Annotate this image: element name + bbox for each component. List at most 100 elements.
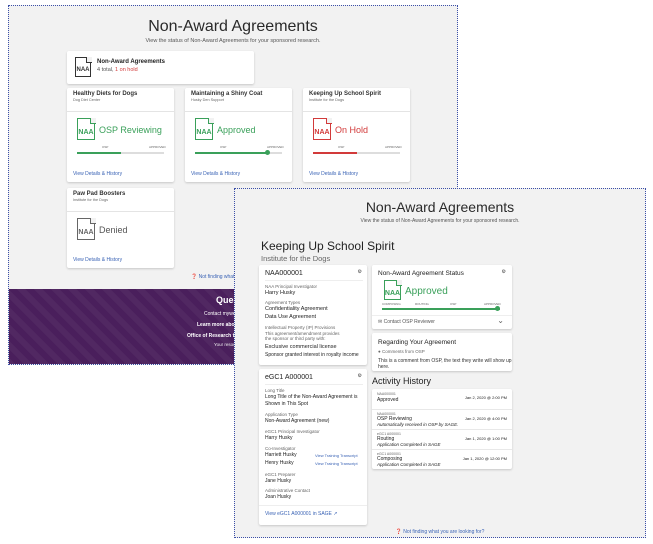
project-name: Healthy Diets for Dogs xyxy=(73,91,138,97)
view-details-link[interactable]: View Details & History xyxy=(309,171,358,177)
status-label: Approved xyxy=(405,286,448,297)
activity-date: Jan 1, 2020 @ 12:00 PM xyxy=(462,456,507,461)
page-subtitle: View the status of Non-Award Agreements … xyxy=(145,38,321,44)
progress-bar xyxy=(382,306,500,311)
chevron-down-icon[interactable]: ⌄ xyxy=(497,316,504,325)
info-icon[interactable]: ⚙ xyxy=(358,373,362,379)
summary-card[interactable]: NAA Non-Award Agreements 4 total, 1 on h… xyxy=(67,51,254,84)
status-label: Denied xyxy=(99,225,128,235)
field-value: Long Title of the Non-Award Agreement is xyxy=(265,394,358,400)
activity-row: eGC1 A000001 Routing Application Complet… xyxy=(372,429,512,449)
activity-date: Jan 2, 2020 @ 2:00 PM xyxy=(464,395,507,400)
activity-row: NAA000001 Approved Jan 2, 2020 @ 2:00 PM xyxy=(372,389,512,409)
activity-history-title: Activity History xyxy=(372,376,432,386)
footer-link[interactable]: Learn more abou xyxy=(197,322,238,328)
footer-link[interactable]: Contact mywe xyxy=(204,311,236,317)
naa-document-icon: NAA xyxy=(313,117,332,140)
view-details-link[interactable]: View Details & History xyxy=(73,257,122,263)
summary-title: Non-Award Agreements xyxy=(97,59,166,65)
contact-osp-reviewer[interactable]: ✉ Contact OSP Reviewer xyxy=(378,319,435,325)
status-label: Approved xyxy=(217,125,256,135)
field-value: Shown in This Spot xyxy=(265,401,308,407)
project-title: Keeping Up School Spirit xyxy=(261,239,395,253)
naa-card[interactable]: Keeping Up School Spirit Institute for t… xyxy=(303,88,410,182)
activity-detail: Application Completed in SAGE xyxy=(377,442,441,447)
sponsor-name: Dog Diet Center xyxy=(73,98,101,102)
step-complete-dot xyxy=(495,306,500,311)
progress-fill xyxy=(195,152,267,154)
step-osp: OSP xyxy=(450,302,457,306)
view-training-transcript-link[interactable]: View Training Transcript xyxy=(315,461,358,466)
info-icon[interactable]: ⚙ xyxy=(502,269,506,275)
help-link[interactable]: ❓ Not finding what xyxy=(191,274,234,280)
comment-card: Regarding Your Agreement ● Comments from… xyxy=(372,333,512,371)
activity-date: Jan 1, 2020 @ 1:00 PM xyxy=(464,436,507,441)
field-value: Confidentiality Agreement xyxy=(265,306,328,312)
help-icon: ❓ xyxy=(395,529,402,535)
naa-card[interactable]: Healthy Diets for Dogs Dog Diet Center N… xyxy=(67,88,174,182)
field-value: Sponsor granted interest in royalty inco… xyxy=(265,352,359,358)
project-name: Keeping Up School Spirit xyxy=(309,91,382,97)
egc1-details-card: eGC1 A000001 ⚙ Long Title Long Title of … xyxy=(259,369,367,525)
step-osp: OSP xyxy=(102,145,109,149)
naa-details-card: NAA000001 ⚙ NAA Principal Investigator H… xyxy=(259,265,367,365)
activity-history-list: NAA000001 Approved Jan 2, 2020 @ 2:00 PM… xyxy=(372,389,512,469)
field-label: eGC1 Principal Investigator xyxy=(265,429,320,434)
progress-bar xyxy=(77,152,164,154)
naa-card[interactable]: Maintaining a Shiny Coat Husky Den Suppo… xyxy=(185,88,292,182)
field-value: Harriett Husky xyxy=(265,452,297,458)
field-label: Long Title xyxy=(265,388,285,393)
sponsor-name: Institute for the Dogs xyxy=(73,198,109,202)
info-icon[interactable]: ⚙ xyxy=(358,269,362,275)
view-training-transcript-link[interactable]: View Training Transcript xyxy=(315,453,358,458)
comment-title: Regarding Your Agreement xyxy=(378,339,457,346)
field-label: Intellectual Property (IP) Provisions xyxy=(265,325,336,330)
step-approved: APPROVED xyxy=(149,145,166,149)
field-value: Exclusive commercial license xyxy=(265,344,337,350)
field-value: Harry Husky xyxy=(265,435,293,441)
footer-link[interactable]: Office of Research tr xyxy=(187,333,236,339)
naa-document-icon: NAA xyxy=(195,117,214,140)
front-window: Non-Award Agreements View the status of … xyxy=(234,188,646,538)
project-name: Paw Pad Boosters xyxy=(73,191,126,197)
status-card-title: Non-Award Agreement Status xyxy=(378,270,464,277)
status-label: OSP Reviewing xyxy=(99,125,162,135)
view-in-sage-link[interactable]: View eGC1 A000001 in SAGE ↗ xyxy=(265,511,338,517)
step-osp: OSP xyxy=(220,145,227,149)
field-label: Administrative Contact xyxy=(265,488,311,493)
field-label: Agreement Types xyxy=(265,300,301,305)
summary-counts: 4 total, 1 on hold xyxy=(97,67,138,73)
footer-text: Your resou xyxy=(214,342,236,347)
progress-bar xyxy=(195,150,282,155)
step-osp: OSP xyxy=(338,145,345,149)
external-link-icon: ↗ xyxy=(333,511,338,517)
naa-document-icon: NAA xyxy=(384,279,402,300)
activity-date: Jan 2, 2020 @ 4:00 PM xyxy=(464,416,507,421)
step-approved: APPROVED xyxy=(267,145,284,149)
activity-id: NAA000001 xyxy=(377,392,396,396)
view-details-link[interactable]: View Details & History xyxy=(191,171,240,177)
step-complete-dot xyxy=(264,150,270,155)
field-value: Henry Husky xyxy=(265,460,294,466)
field-value: Joan Husky xyxy=(265,494,292,500)
naa-card[interactable]: Paw Pad Boosters Institute for the Dogs … xyxy=(67,188,174,268)
naa-document-icon: NAA xyxy=(77,217,96,240)
activity-row: eGC1 A000001 Composing Application Compl… xyxy=(372,449,512,469)
activity-detail: Automatically received in OSP by SAGE. xyxy=(377,422,459,427)
project-sponsor: Institute for the Dogs xyxy=(261,254,331,263)
help-link[interactable]: ❓ Not finding what you are looking for? xyxy=(235,529,645,535)
field-label: eGC1 Preparer xyxy=(265,472,296,477)
step-composing: COMPOSING xyxy=(382,302,401,306)
field-label: NAA Principal Investigator xyxy=(265,284,318,289)
field-value: Data Use Agreement xyxy=(265,314,317,320)
page-title: Non-Award Agreements xyxy=(365,199,515,215)
progress-fill xyxy=(77,152,121,154)
project-name: Maintaining a Shiny Coat xyxy=(191,91,263,97)
view-details-link[interactable]: View Details & History xyxy=(73,171,122,177)
status-label: On Hold xyxy=(335,125,369,135)
agreement-status-card: Non-Award Agreement Status ⚙ NAA Approve… xyxy=(372,265,512,329)
sponsor-name: Institute for the Dogs xyxy=(309,98,345,102)
activity-detail: Application Completed in SAGE xyxy=(377,462,441,467)
comment-icon: ● xyxy=(378,349,381,354)
comment-source: ● Comments from OSP xyxy=(378,349,425,354)
